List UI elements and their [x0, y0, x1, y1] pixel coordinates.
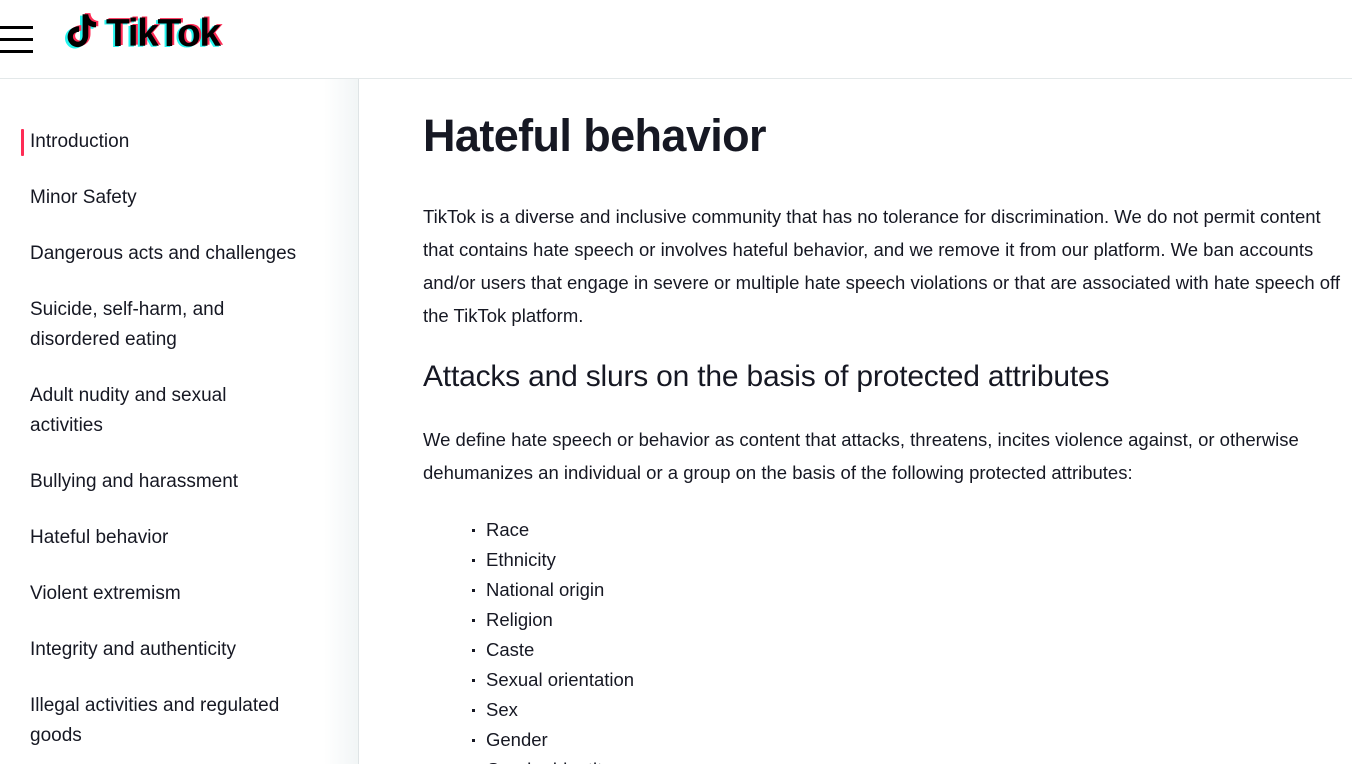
- list-item: Race: [472, 515, 1345, 545]
- hamburger-menu-icon[interactable]: [0, 26, 33, 53]
- site-header: TikTok TikTok TikTok: [0, 0, 1352, 79]
- page-title: Hateful behavior: [423, 110, 767, 161]
- tiktok-note-icon: [62, 11, 104, 57]
- sidebar-item-hateful-behavior[interactable]: Hateful behavior: [0, 523, 330, 553]
- intro-paragraph: TikTok is a diverse and inclusive commun…: [423, 206, 1340, 326]
- hamburger-bar-2: [0, 38, 33, 41]
- list-item: Sex: [472, 695, 1345, 725]
- sidebar-item-bullying-and-harassment[interactable]: Bullying and harassment: [0, 467, 330, 497]
- sidebar-navigation: Introduction Minor Safety Dangerous acts…: [0, 79, 359, 764]
- sidebar-item-label: Minor Safety: [30, 187, 137, 208]
- sidebar-item-minor-safety[interactable]: Minor Safety: [0, 183, 330, 213]
- sidebar-item-label: Introduction: [30, 131, 130, 152]
- sidebar-item-violent-extremism[interactable]: Violent extremism: [0, 579, 330, 609]
- list-item: Gender: [472, 725, 1345, 755]
- sidebar-item-label: Dangerous acts and challenges: [30, 243, 297, 264]
- list-item: Caste: [472, 635, 1345, 665]
- sidebar-item-label: Illegal activities and regulated goods: [30, 695, 280, 746]
- section-title: Attacks and slurs on the basis of protec…: [423, 360, 1110, 393]
- list-item: Gender identity: [472, 755, 1345, 764]
- sidebar-item-label: Hateful behavior: [30, 527, 169, 548]
- list-item: Sexual orientation: [472, 665, 1345, 695]
- sidebar-item-suicide-self-harm-and-disordered-eating[interactable]: Suicide, self-harm, and disordered eatin…: [0, 295, 330, 355]
- nav-list: Introduction Minor Safety Dangerous acts…: [0, 127, 358, 764]
- hamburger-bar-1: [0, 26, 33, 29]
- section-paragraph: We define hate speech or behavior as con…: [423, 429, 1299, 483]
- list-item: Ethnicity: [472, 545, 1345, 575]
- tiktok-logo[interactable]: TikTok TikTok TikTok: [62, 11, 223, 57]
- sidebar-item-label: Bullying and harassment: [30, 471, 239, 492]
- sidebar-item-label: Integrity and authenticity: [30, 639, 236, 660]
- sidebar-item-introduction[interactable]: Introduction: [0, 127, 330, 157]
- sidebar-item-illegal-activities-and-regulated-goods[interactable]: Illegal activities and regulated goods: [0, 691, 330, 751]
- sidebar-item-adult-nudity-and-sexual-activities[interactable]: Adult nudity and sexual activities: [0, 381, 330, 441]
- sidebar-item-label: Suicide, self-harm, and disordered eatin…: [30, 299, 225, 350]
- list-item: National origin: [472, 575, 1345, 605]
- sidebar-item-label: Adult nudity and sexual activities: [30, 385, 227, 436]
- main-content: Hateful behavior TikTok is a diverse and…: [360, 79, 1352, 764]
- tiktok-wordmark: TikTok TikTok TikTok: [104, 11, 223, 57]
- guidelines-page: TikTok TikTok TikTok Introduction Minor …: [0, 0, 1352, 764]
- protected-attributes-list: Race Ethnicity National origin Religion …: [423, 515, 1345, 764]
- hamburger-bar-3: [0, 50, 33, 53]
- list-item: Religion: [472, 605, 1345, 635]
- sidebar-item-dangerous-acts-and-challenges[interactable]: Dangerous acts and challenges: [0, 239, 330, 269]
- wordmark-black-layer: TikTok: [106, 12, 221, 55]
- sidebar-item-integrity-and-authenticity[interactable]: Integrity and authenticity: [0, 635, 330, 665]
- sidebar-item-label: Violent extremism: [30, 583, 181, 604]
